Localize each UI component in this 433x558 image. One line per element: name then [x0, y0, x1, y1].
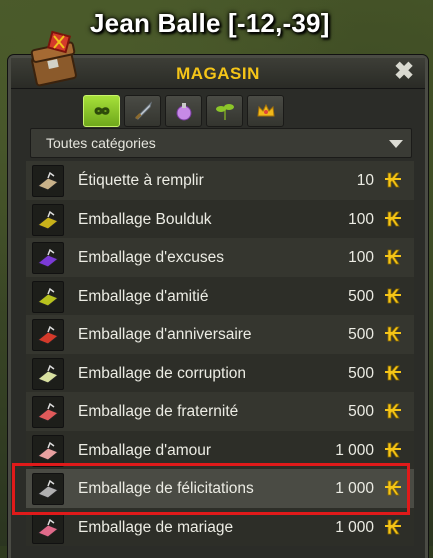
- sword-icon: [134, 101, 152, 120]
- item-icon: [32, 203, 64, 236]
- crown-icon: [256, 103, 275, 117]
- item-name: Emballage d'amour: [78, 441, 212, 459]
- kama-icon: [385, 480, 401, 496]
- map-location-label: Jean Balle [-12,-39]: [90, 8, 330, 38]
- item-name: Étiquette à remplir: [78, 172, 204, 189]
- item-price: 1 000: [335, 518, 374, 536]
- shop-item-row[interactable]: Emballage d'excuses 100: [26, 238, 414, 277]
- shop-item-row[interactable]: Emballage de mariage 1 000: [26, 507, 414, 546]
- item-icon: [32, 242, 64, 274]
- item-name: Emballage d'anniversaire: [78, 326, 252, 343]
- item-price: 500: [348, 403, 374, 420]
- tab-cosmetics[interactable]: [247, 95, 284, 127]
- kama-icon: [385, 365, 401, 380]
- category-dropdown[interactable]: Toutes catégories: [30, 128, 412, 158]
- shop-item-row[interactable]: Emballage de fraternité 500: [26, 392, 414, 431]
- kama-icon: [385, 403, 401, 419]
- shop-item-row[interactable]: Emballage de félicitations 1 000: [26, 469, 414, 508]
- shop-item-row[interactable]: Étiquette à remplir 10: [26, 161, 414, 200]
- kama-icon: [385, 249, 401, 265]
- tab-all[interactable]: [83, 95, 120, 127]
- item-icon: [32, 165, 64, 197]
- tab-consumables[interactable]: [165, 95, 202, 127]
- item-price: 100: [348, 210, 374, 228]
- kama-icon: [385, 172, 401, 188]
- item-name: Emballage de fraternité: [78, 403, 239, 420]
- item-price: 500: [348, 326, 374, 343]
- close-button[interactable]: ✖: [393, 60, 415, 84]
- item-icon: [32, 396, 64, 428]
- shop-item-row[interactable]: Emballage de corruption 500: [26, 353, 414, 392]
- shop-item-row[interactable]: Emballage d'amitié 500: [26, 276, 414, 315]
- item-icon: [32, 280, 64, 313]
- tab-equipment[interactable]: [124, 95, 161, 127]
- kama-icon: [385, 211, 401, 226]
- shop-item-row[interactable]: Emballage d'amour 1 000: [26, 430, 414, 469]
- item-name: Emballage de mariage: [78, 518, 234, 536]
- infinity-icon: [93, 107, 110, 115]
- item-name: Emballage d'amitié: [78, 287, 209, 305]
- item-name: Emballage de corruption: [78, 364, 247, 382]
- item-price: 1 000: [335, 441, 374, 459]
- item-icon: [32, 319, 64, 351]
- item-icon: [32, 473, 64, 505]
- potion-icon: [176, 103, 191, 121]
- item-icon: [32, 511, 64, 544]
- kama-icon: [385, 326, 401, 342]
- item-name: Emballage Boulduk: [78, 210, 212, 228]
- item-icon: [32, 434, 64, 467]
- item-price: 500: [348, 287, 374, 305]
- item-name: Emballage de félicitations: [78, 480, 254, 497]
- kama-icon: [385, 442, 401, 457]
- shop-chest-icon: [30, 30, 77, 87]
- category-tabs: [83, 95, 284, 129]
- tab-resources[interactable]: [206, 95, 243, 127]
- shop-window: MAGASIN ✖ Toutes catégories Étiquette à …: [8, 55, 428, 558]
- chevron-down-icon: [389, 140, 403, 148]
- kama-icon: [385, 288, 401, 303]
- shop-item-row[interactable]: Emballage d'anniversaire 500: [26, 315, 414, 354]
- item-price: 10: [356, 172, 374, 189]
- item-name: Emballage d'excuses: [78, 249, 224, 266]
- plant-icon: [215, 104, 234, 120]
- shop-item-row[interactable]: Emballage Boulduk 100: [26, 199, 414, 238]
- item-price: 500: [348, 364, 374, 382]
- item-list: Étiquette à remplir 10 Emballage Boulduk 10…: [26, 161, 414, 546]
- item-price: 100: [348, 249, 374, 266]
- kama-icon: [385, 519, 401, 534]
- item-price: 1 000: [335, 480, 374, 497]
- category-dropdown-value: Toutes catégories: [46, 135, 156, 151]
- item-icon: [32, 357, 64, 390]
